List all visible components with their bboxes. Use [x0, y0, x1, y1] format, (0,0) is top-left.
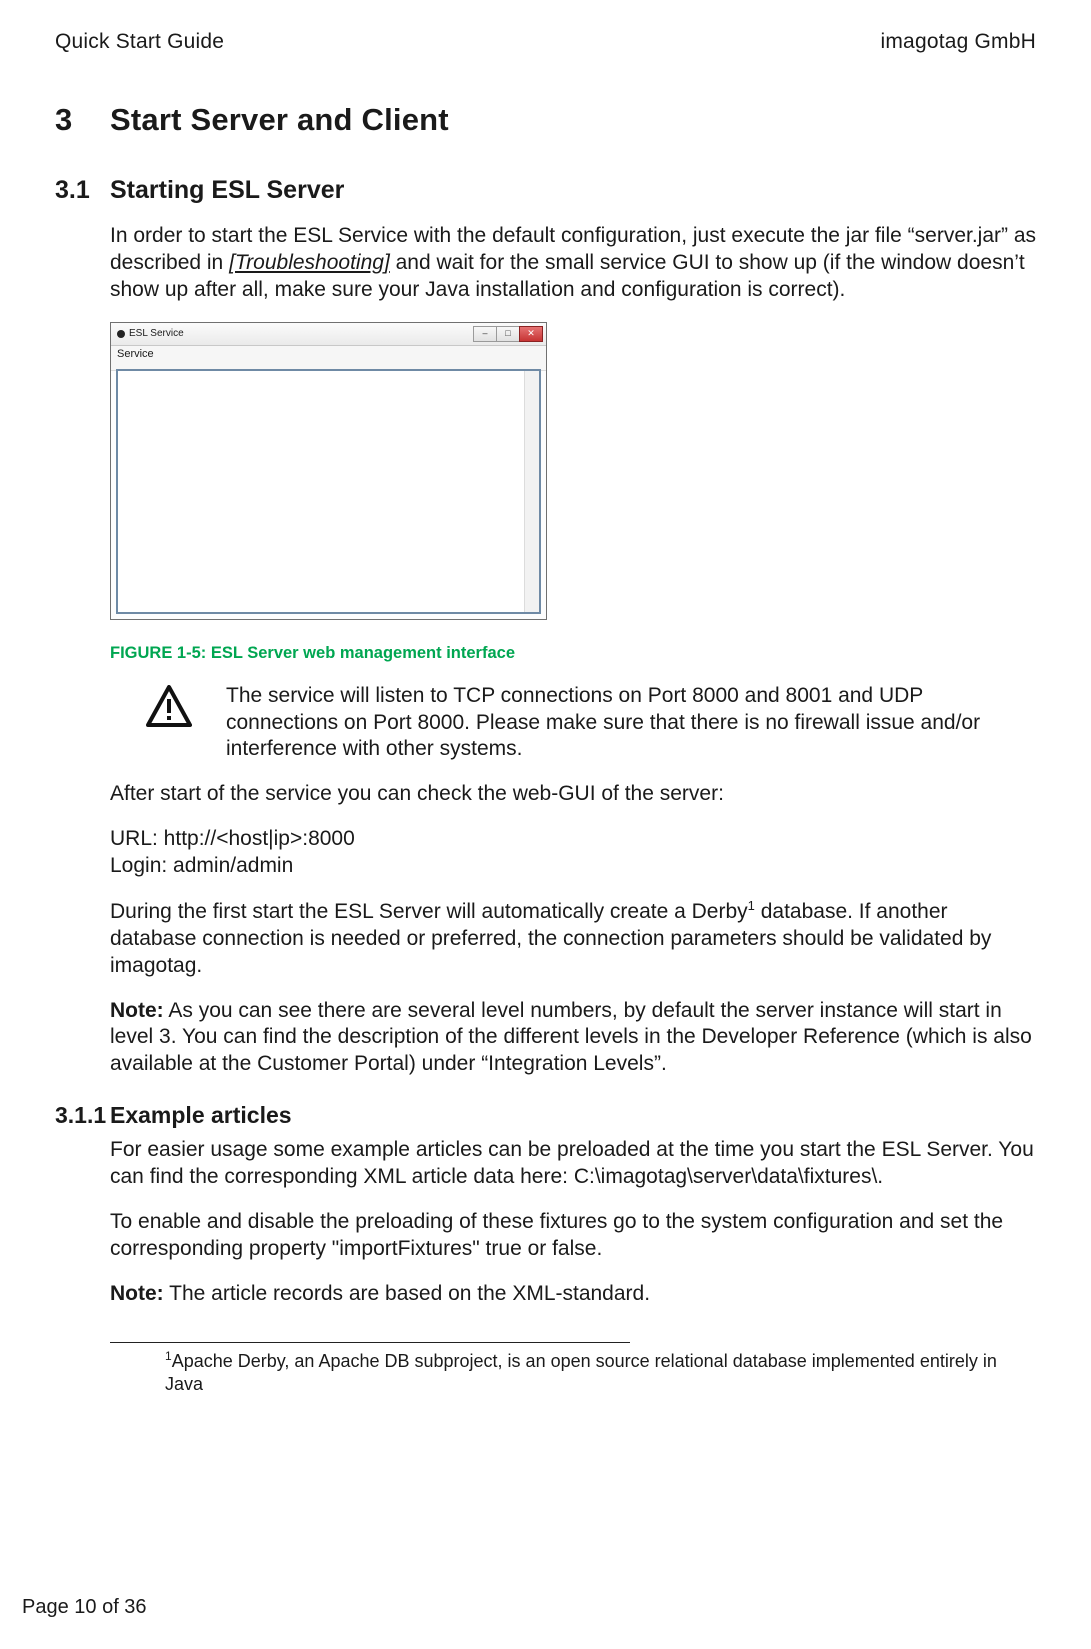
header-right: imagotag GmbH [881, 30, 1037, 54]
footnote: 1Apache Derby, an Apache DB subproject, … [165, 1349, 1036, 1397]
connection-info: URL: http://<host|ip>:8000 Login: admin/… [110, 826, 1036, 880]
page-header: Quick Start Guide imagotag GmbH [55, 30, 1036, 54]
minimize-button: – [473, 326, 497, 342]
scroll-up-icon: ▴ [525, 371, 539, 385]
subsection-number: 3.1.1 [55, 1102, 110, 1129]
window-title: ESL Service [129, 328, 184, 339]
section-3-1-heading: 3.1Starting ESL Server [55, 176, 1036, 205]
section-3-1-1-heading: 3.1.1Example articles [55, 1102, 1036, 1129]
window-menu: Service [111, 346, 546, 371]
subsection-title: Example articles [110, 1102, 292, 1128]
figure-caption: FIGURE 1-5: ESL Server web management in… [110, 644, 1036, 663]
scroll-down-icon: ▾ [525, 598, 539, 612]
warning-icon [110, 683, 192, 764]
example-articles-p2: To enable and disable the preloading of … [110, 1209, 1036, 1263]
page-number: Page 10 of 36 [22, 1596, 147, 1619]
footnote-number: 1 [165, 1349, 172, 1363]
troubleshooting-link[interactable]: [Troubleshooting] [229, 251, 390, 274]
login-line: Login: admin/admin [110, 854, 293, 877]
esl-service-window-figure: ESL Service – □ ✕ Service ▴ ▾ [110, 322, 547, 620]
note-xml: Note: The article records are based on t… [110, 1281, 1036, 1308]
warning-callout: The service will listen to TCP connectio… [110, 683, 1036, 764]
section-number: 3.1 [55, 176, 110, 205]
after-start-text: After start of the service you can check… [110, 781, 1036, 808]
derby-paragraph: During the first start the ESL Server wi… [110, 898, 1036, 980]
section-title: Starting ESL Server [110, 176, 344, 204]
intro-paragraph: In order to start the ESL Service with t… [110, 223, 1036, 304]
example-articles-p1: For easier usage some example articles c… [110, 1137, 1036, 1191]
chapter-heading: 3Start Server and Client [55, 102, 1036, 138]
app-icon [117, 330, 125, 338]
note-label-2: Note: [110, 1282, 164, 1305]
close-button: ✕ [519, 326, 543, 342]
chapter-number: 3 [55, 102, 110, 138]
maximize-button: □ [496, 326, 520, 342]
note-levels: Note: As you can see there are several l… [110, 998, 1036, 1079]
window-titlebar: ESL Service – □ ✕ [111, 323, 546, 346]
footnote-mark: 1 [748, 898, 755, 913]
footnote-text: Apache Derby, an Apache DB subproject, i… [165, 1351, 997, 1394]
warning-text: The service will listen to TCP connectio… [226, 683, 1036, 764]
footnote-rule [110, 1342, 630, 1343]
note-label: Note: [110, 999, 164, 1022]
url-line: URL: http://<host|ip>:8000 [110, 827, 355, 850]
chapter-title: Start Server and Client [110, 102, 449, 137]
window-body: ▴ ▾ [116, 369, 541, 614]
header-left: Quick Start Guide [55, 30, 224, 54]
